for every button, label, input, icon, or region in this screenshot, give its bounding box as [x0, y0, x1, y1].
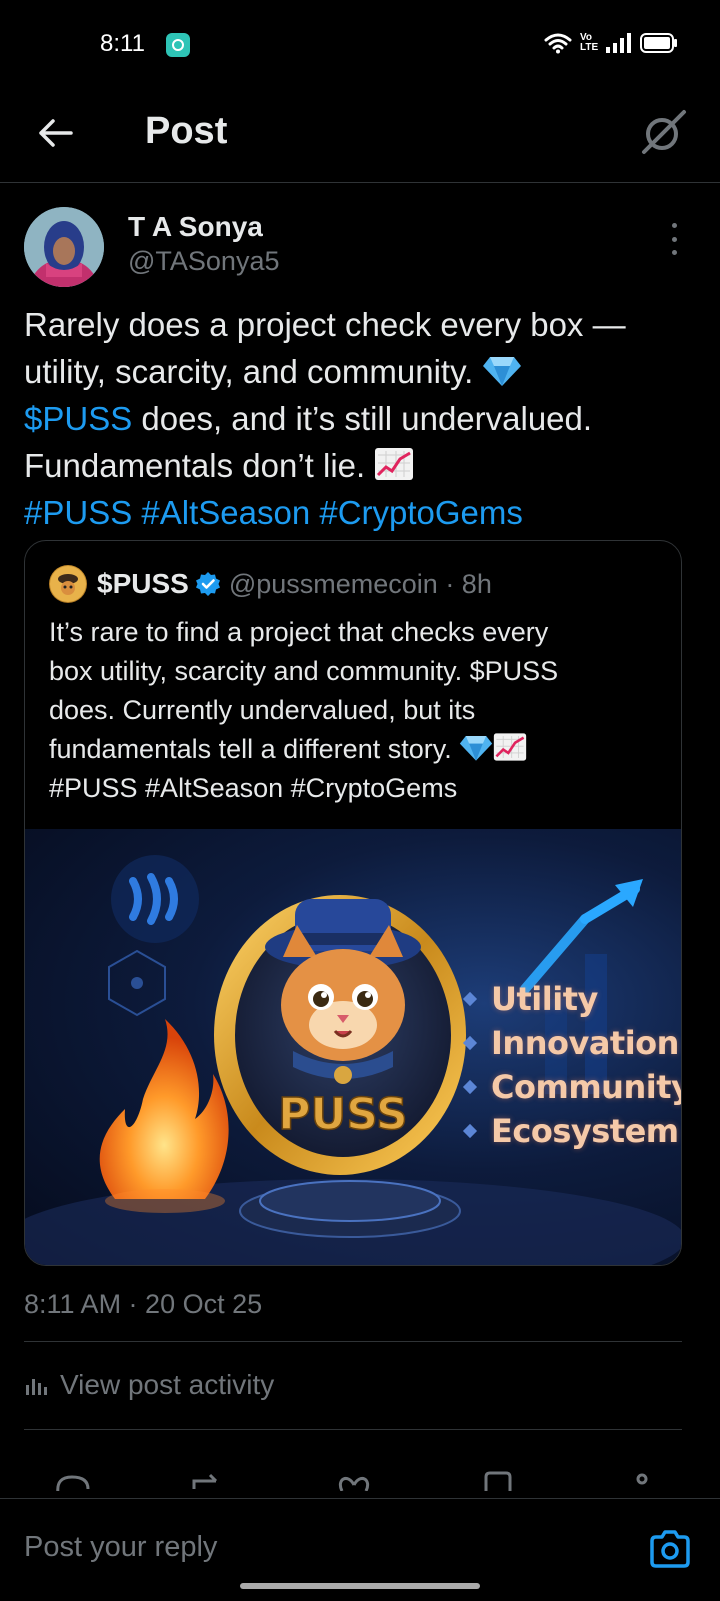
quoted-author-name: $PUSS [97, 568, 189, 599]
battery-icon [640, 33, 678, 53]
view-post-activity-link[interactable]: View post activity [24, 1369, 274, 1401]
notification-app-icon [166, 33, 190, 57]
signal-icon [606, 33, 632, 53]
post-text-line: does, and it’s still undervalued. [132, 400, 593, 437]
post-text-line: Rarely does a project check every box — [24, 306, 626, 343]
top-app-bar: Post [0, 90, 720, 183]
status-indicators: Vo LTE [544, 32, 678, 54]
feature-item: Innovation [462, 1021, 681, 1065]
feature-label: Utility [491, 980, 598, 1018]
post-timestamp: 8:11 AM · 20 Oct 25 [24, 1289, 263, 1319]
feature-item: Ecosystem [462, 1109, 681, 1153]
action-bar [0, 1451, 720, 1491]
quoted-text-line: #PUSS #AltSeason #CryptoGems [49, 773, 458, 803]
diamond-bullet-icon [462, 1079, 478, 1095]
cashtag-link[interactable]: $PUSS [24, 400, 132, 437]
quoted-author-avatar [49, 565, 87, 603]
feature-label: Ecosystem [491, 1112, 679, 1150]
like-icon[interactable] [334, 1471, 374, 1491]
quoted-post-card[interactable]: $PUSS @pussmemecoin · 8h It’s rare to fi… [24, 540, 682, 1266]
more-dot-icon [671, 236, 677, 242]
feature-label: Innovation [491, 1024, 679, 1062]
view-activity-label: View post activity [60, 1369, 275, 1400]
volte-indicator: Vo LTE [580, 32, 599, 53]
quoted-author-handle: @pussmemecoin · 8h [228, 568, 492, 599]
verified-badge-icon [195, 571, 221, 597]
quoted-text-line: box utility, scarcity and community. $PU… [49, 656, 559, 686]
repost-icon[interactable] [188, 1471, 228, 1491]
chart-increasing-emoji-icon [493, 732, 527, 762]
post-text-line: utility, scarcity, and community. [24, 353, 474, 390]
diamond-bullet-icon [462, 991, 478, 1007]
feature-list: Utility Innovation Community Ecosystem [462, 977, 681, 1153]
author-handle[interactable]: @TASonya5 [128, 246, 279, 277]
status-bar: 8:11 Vo LTE [0, 0, 720, 90]
post-text: Rarely does a project check every box — … [24, 301, 696, 536]
reply-input[interactable]: Post your reply [24, 1531, 217, 1564]
camera-icon [650, 1530, 690, 1568]
reply-icon[interactable] [52, 1471, 92, 1491]
analytics-icon [26, 1379, 47, 1395]
quoted-post-text: It’s rare to find a project that checks … [49, 613, 659, 808]
hashtags-link[interactable]: #PUSS #AltSeason #CryptoGems [24, 489, 696, 536]
wifi-icon [544, 32, 572, 54]
quoted-post-header: $PUSS @pussmemecoin · 8h [49, 563, 492, 605]
quoted-text-line: fundamentals tell a different story. [49, 734, 452, 764]
feature-item: Community [462, 1065, 681, 1109]
diamond-bullet-icon [462, 1123, 478, 1139]
feature-label: Community [491, 1068, 681, 1106]
more-dot-icon [671, 223, 677, 228]
author-name[interactable]: T A Sonya [128, 211, 263, 243]
status-time: 8:11 [100, 30, 145, 57]
diamond-bullet-icon [462, 1035, 478, 1051]
divider [24, 1341, 682, 1342]
reply-composer: Post your reply [0, 1498, 720, 1601]
back-arrow-icon [39, 119, 73, 147]
grok-button[interactable] [638, 106, 690, 158]
back-button[interactable] [30, 108, 80, 158]
quoted-post-image[interactable]: PUSS Utility Innovation Community Ecosys… [25, 829, 681, 1265]
coin-label: PUSS [278, 1089, 407, 1140]
divider [24, 1429, 682, 1430]
chart-increasing-emoji-icon [374, 446, 414, 480]
quoted-text-line: does. Currently undervalued, but its [49, 695, 476, 725]
page-title: Post [145, 110, 228, 152]
camera-button[interactable] [648, 1529, 692, 1569]
feature-item: Utility [462, 977, 681, 1021]
bookmark-icon[interactable] [478, 1471, 518, 1491]
post-text-line: Fundamentals don’t lie. [24, 447, 366, 484]
gesture-home-indicator[interactable] [240, 1583, 480, 1589]
author-avatar[interactable] [24, 207, 104, 287]
grok-icon [642, 110, 686, 154]
share-icon[interactable] [622, 1471, 662, 1491]
quoted-text-line: It’s rare to find a project that checks … [49, 617, 549, 647]
more-options-button[interactable] [664, 219, 684, 259]
gem-emoji-icon [482, 352, 522, 386]
gem-emoji-icon [459, 732, 493, 762]
more-dot-icon [671, 250, 677, 255]
